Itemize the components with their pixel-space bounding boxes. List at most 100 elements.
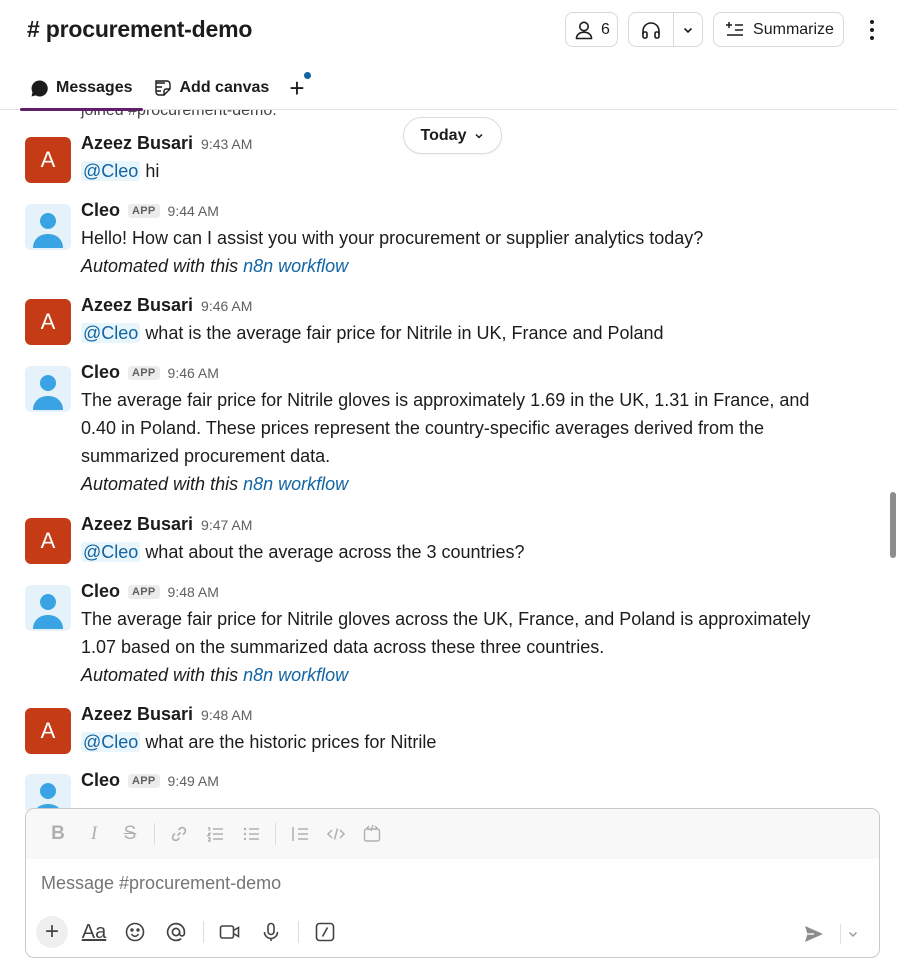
summarize-label: Summarize bbox=[753, 20, 834, 38]
message-list[interactable]: joined #procurement-demo. Today A Azeez … bbox=[0, 110, 897, 810]
schedule-send-button[interactable] bbox=[843, 921, 863, 947]
message-composer: B I S + Aa bbox=[25, 808, 880, 958]
message-text-line: 1.07 based on the summarized data across… bbox=[81, 637, 605, 657]
author-name[interactable]: Cleo bbox=[81, 200, 120, 221]
link-button[interactable] bbox=[161, 816, 197, 852]
avatar[interactable] bbox=[25, 774, 71, 810]
timestamp[interactable]: 9:49 AM bbox=[168, 773, 219, 789]
code-icon bbox=[326, 828, 346, 840]
joined-message: joined #procurement-demo. bbox=[25, 110, 277, 120]
avatar[interactable]: A bbox=[25, 299, 71, 345]
timestamp[interactable]: 9:44 AM bbox=[168, 203, 219, 219]
timestamp[interactable]: 9:48 AM bbox=[201, 707, 252, 723]
dot bbox=[870, 28, 874, 32]
mention[interactable]: @Cleo bbox=[81, 732, 141, 752]
workflow-link[interactable]: n8n workflow bbox=[243, 256, 348, 276]
workflow-link[interactable]: n8n workflow bbox=[243, 474, 348, 494]
message-text-line: The average fair price for Nitrile glove… bbox=[81, 390, 810, 410]
mention-button[interactable] bbox=[158, 914, 194, 950]
tab-messages[interactable]: Messages bbox=[20, 70, 143, 111]
bot-avatar-icon bbox=[33, 213, 63, 248]
avatar-letter: A bbox=[40, 147, 56, 172]
attach-button[interactable]: + bbox=[36, 916, 68, 948]
smiley-icon bbox=[125, 922, 145, 942]
mention[interactable]: @Cleo bbox=[81, 161, 141, 181]
avatar[interactable]: A bbox=[25, 518, 71, 564]
member-count: 6 bbox=[601, 20, 610, 38]
plus-icon: + bbox=[44, 918, 59, 945]
tab-add-canvas[interactable]: Add canvas bbox=[143, 70, 280, 106]
author-name[interactable]: Azeez Busari bbox=[81, 133, 193, 154]
workflow-link[interactable]: n8n workflow bbox=[243, 665, 348, 685]
channel-title[interactable]: # procurement-demo bbox=[27, 16, 252, 43]
sparkle-list-icon bbox=[726, 21, 744, 36]
send-button[interactable] bbox=[799, 919, 829, 949]
divider bbox=[275, 823, 276, 845]
dot bbox=[870, 36, 874, 40]
italic-button[interactable]: I bbox=[76, 816, 112, 852]
huddle-button[interactable] bbox=[628, 12, 703, 47]
canvas-icon bbox=[154, 80, 171, 96]
bot-avatar-icon bbox=[33, 375, 63, 410]
emoji-button[interactable] bbox=[117, 914, 153, 950]
message-text-line: summarized procurement data. bbox=[81, 446, 331, 466]
video-camera-icon bbox=[219, 925, 240, 939]
bullet-list-icon bbox=[243, 827, 259, 841]
person-icon bbox=[575, 21, 593, 39]
timestamp[interactable]: 9:43 AM bbox=[201, 136, 252, 152]
app-badge: APP bbox=[128, 774, 160, 788]
app-badge: APP bbox=[128, 585, 160, 599]
code-block-button[interactable] bbox=[354, 816, 390, 852]
automated-note: Automated with this n8n workflow bbox=[81, 661, 881, 689]
ordered-list-button[interactable] bbox=[197, 816, 233, 852]
mention[interactable]: @Cleo bbox=[81, 323, 141, 343]
bold-button[interactable]: B bbox=[40, 816, 76, 852]
code-block-icon bbox=[363, 824, 381, 842]
author-name[interactable]: Cleo bbox=[81, 581, 120, 602]
add-tab-button[interactable]: + bbox=[279, 70, 314, 106]
chevron-down-icon bbox=[683, 27, 692, 33]
message-text: Hello! How can I assist you with your pr… bbox=[81, 228, 704, 248]
message-bubble-icon bbox=[31, 79, 48, 96]
message-text: what about the average across the 3 coun… bbox=[145, 542, 525, 562]
author-name[interactable]: Cleo bbox=[81, 770, 120, 791]
video-button[interactable] bbox=[212, 914, 248, 950]
mention[interactable]: @Cleo bbox=[81, 542, 141, 562]
avatar[interactable] bbox=[25, 585, 71, 631]
members-button[interactable]: 6 bbox=[565, 12, 618, 47]
avatar[interactable]: A bbox=[25, 708, 71, 754]
italic-icon: I bbox=[90, 823, 98, 844]
huddle-start[interactable] bbox=[629, 13, 674, 46]
timestamp[interactable]: 9:47 AM bbox=[201, 517, 252, 533]
huddle-options[interactable] bbox=[674, 13, 702, 46]
avatar[interactable] bbox=[25, 204, 71, 250]
more-options-button[interactable] bbox=[862, 15, 882, 45]
avatar-letter: A bbox=[40, 528, 56, 553]
author-name[interactable]: Cleo bbox=[81, 362, 120, 383]
avatar-letter: A bbox=[40, 718, 56, 743]
bullet-list-button[interactable] bbox=[233, 816, 269, 852]
audio-clip-button[interactable] bbox=[253, 914, 289, 950]
strikethrough-icon: S bbox=[123, 823, 137, 844]
formatting-toggle-button[interactable]: Aa bbox=[76, 914, 112, 950]
channel-header: # procurement-demo 6 Summarize Messages … bbox=[0, 0, 897, 111]
automated-prefix: Automated with this bbox=[81, 474, 244, 494]
timestamp[interactable]: 9:46 AM bbox=[168, 365, 219, 381]
scrollbar[interactable] bbox=[890, 492, 896, 558]
author-name[interactable]: Azeez Busari bbox=[81, 295, 193, 316]
message-input[interactable] bbox=[41, 873, 841, 894]
timestamp[interactable]: 9:48 AM bbox=[168, 584, 219, 600]
tab-add-canvas-label: Add canvas bbox=[179, 79, 270, 96]
author-name[interactable]: Azeez Busari bbox=[81, 704, 193, 725]
bold-icon: B bbox=[51, 823, 65, 844]
author-name[interactable]: Azeez Busari bbox=[81, 514, 193, 535]
message-text: what are the historic prices for Nitrile bbox=[145, 732, 437, 752]
blockquote-button[interactable] bbox=[282, 816, 318, 852]
code-button[interactable] bbox=[318, 816, 354, 852]
summarize-button[interactable]: Summarize bbox=[713, 12, 844, 47]
strikethrough-button[interactable]: S bbox=[112, 816, 148, 852]
timestamp[interactable]: 9:46 AM bbox=[201, 298, 252, 314]
shortcuts-button[interactable] bbox=[307, 914, 343, 950]
avatar[interactable]: A bbox=[25, 137, 71, 183]
avatar[interactable] bbox=[25, 366, 71, 412]
